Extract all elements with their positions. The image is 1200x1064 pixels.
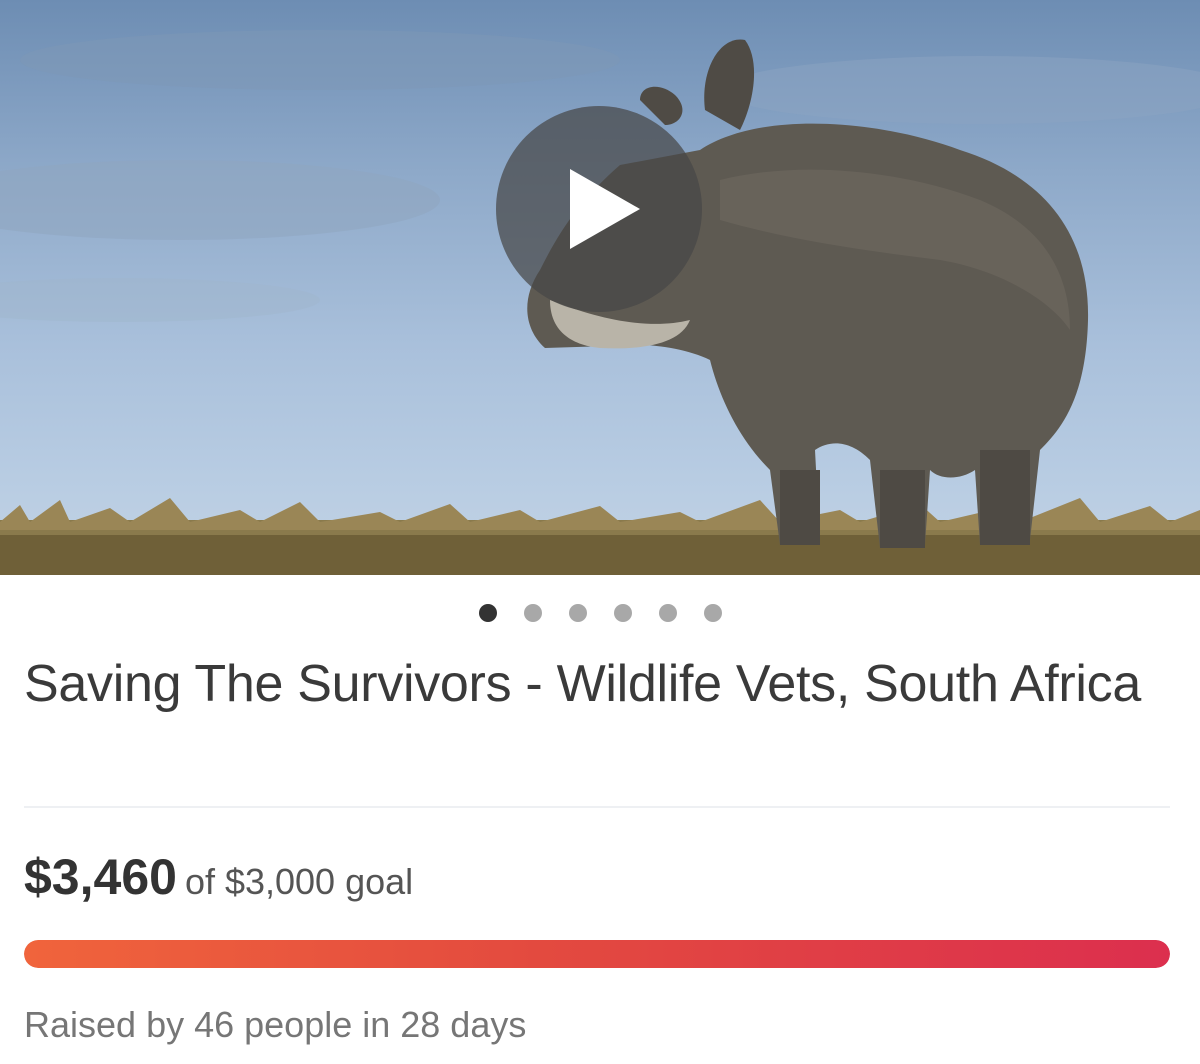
progress-bar-fill xyxy=(24,940,1170,968)
amount-raised: $3,460 xyxy=(24,849,177,905)
carousel-dot-4[interactable] xyxy=(613,604,632,622)
goal-text: of $3,000 goal xyxy=(184,861,414,902)
play-icon xyxy=(570,169,640,249)
campaign-hero-media[interactable] xyxy=(0,0,1200,575)
carousel-indicators xyxy=(0,604,1200,622)
funding-summary: $3,460 of $3,000 goal xyxy=(24,848,413,906)
progress-bar xyxy=(24,940,1170,968)
carousel-dot-6[interactable] xyxy=(703,604,722,622)
carousel-dot-3[interactable] xyxy=(568,604,587,622)
play-button[interactable] xyxy=(496,106,702,312)
raised-by-text: Raised by 46 people in 28 days xyxy=(24,1004,527,1045)
carousel-dot-5[interactable] xyxy=(658,604,677,622)
campaign-title: Saving The Survivors - Wildlife Vets, So… xyxy=(24,655,1141,713)
carousel-dot-2[interactable] xyxy=(523,604,542,622)
divider xyxy=(24,806,1170,808)
carousel-dot-1[interactable] xyxy=(478,604,497,622)
